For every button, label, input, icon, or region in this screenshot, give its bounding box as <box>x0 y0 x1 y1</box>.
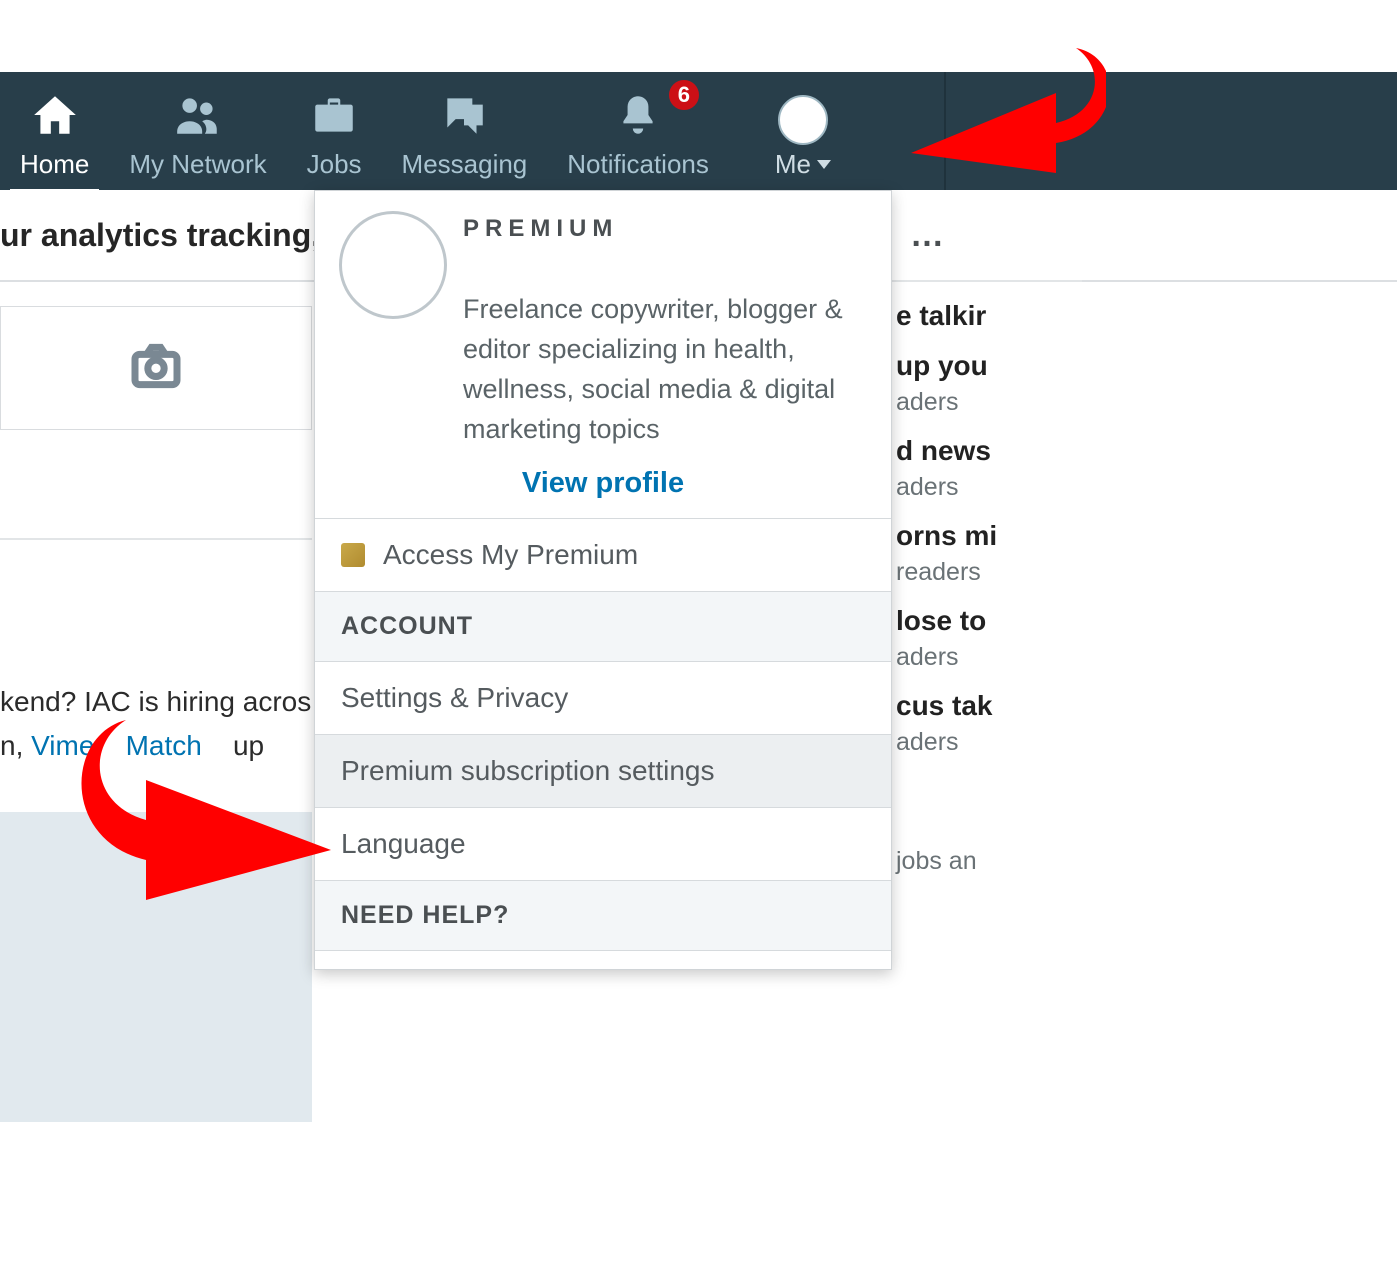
banner-text: ur analytics tracking, <box>0 217 320 254</box>
nav-messaging[interactable]: Messaging <box>382 72 548 190</box>
right-column: … e talkir up you aders d news aders orn… <box>892 190 1082 876</box>
news-title: lose to <box>896 605 1082 637</box>
view-profile-link[interactable]: View profile <box>339 467 867 500</box>
nav-network-label: My Network <box>129 149 266 180</box>
access-premium-label: Access My Premium <box>383 539 638 571</box>
news-title: orns mi <box>896 520 1082 552</box>
nav-jobs[interactable]: Jobs <box>287 72 382 190</box>
settings-privacy-item[interactable]: Settings & Privacy <box>315 662 891 734</box>
news-item[interactable]: e talkir <box>896 300 1082 332</box>
me-dropdown: PREMIUM Freelance copywriter, blogger & … <box>314 190 892 970</box>
news-sub: aders <box>896 473 1082 502</box>
news-sub: aders <box>896 728 1082 757</box>
language-item[interactable]: Language <box>315 808 891 880</box>
premium-subscription-settings-item[interactable]: Premium subscription settings <box>315 735 891 807</box>
news-title: up you <box>896 350 1082 382</box>
notification-badge: 6 <box>667 78 701 112</box>
feed-line2-prefix: n, <box>0 730 31 761</box>
news-sub: readers <box>896 558 1082 587</box>
nav-messaging-label: Messaging <box>402 149 528 180</box>
settings-privacy-label: Settings & Privacy <box>341 682 568 714</box>
nav-me-label: Me <box>775 149 811 180</box>
post-photo-button[interactable] <box>0 306 312 430</box>
news-title: e talkir <box>896 300 1082 332</box>
messaging-icon <box>439 90 489 145</box>
nav-jobs-label: Jobs <box>307 149 362 180</box>
home-icon <box>30 90 80 145</box>
briefcase-icon <box>309 90 359 145</box>
avatar-large <box>339 211 447 319</box>
ellipsis-icon: … <box>910 216 944 255</box>
access-premium-item[interactable]: Access My Premium <box>315 519 891 591</box>
news-item[interactable]: orns mi readers <box>896 520 1082 587</box>
nav-notifications-label: Notifications <box>567 149 709 180</box>
news-item[interactable]: d news aders <box>896 435 1082 502</box>
bell-icon <box>613 90 663 145</box>
premium-badge-icon <box>341 543 365 567</box>
dropdown-profile: PREMIUM Freelance copywriter, blogger & … <box>315 191 891 518</box>
divider <box>0 538 312 540</box>
profile-headline: Freelance copywriter, blogger & editor s… <box>463 289 867 449</box>
people-icon <box>173 90 223 145</box>
dropdown-needhelp-header: NEED HELP? <box>315 880 891 951</box>
nav-notifications[interactable]: 6 Notifications <box>547 72 729 190</box>
annotation-arrow-top <box>906 38 1106 188</box>
chevron-down-icon <box>817 160 831 169</box>
news-item[interactable]: cus tak aders <box>896 690 1082 757</box>
news-sub: aders <box>896 388 1082 417</box>
nav-me[interactable]: Me <box>739 72 867 190</box>
dropdown-account-header: ACCOUNT <box>315 591 891 662</box>
news-sub: aders <box>896 643 1082 672</box>
news-title: d news <box>896 435 1082 467</box>
nav-network[interactable]: My Network <box>109 72 286 190</box>
annotation-arrow-bottom <box>76 710 336 910</box>
nav-home[interactable]: Home <box>0 72 109 190</box>
premium-label: PREMIUM <box>463 215 867 243</box>
language-label: Language <box>341 828 466 860</box>
news-item[interactable]: up you aders <box>896 350 1082 417</box>
news-last: jobs an <box>896 847 1082 876</box>
right-ellipsis[interactable]: … <box>892 190 1082 282</box>
avatar <box>778 95 828 145</box>
nav-home-label: Home <box>20 149 89 180</box>
premium-sub-label: Premium subscription settings <box>341 755 714 787</box>
news-title: cus tak <box>896 690 1082 722</box>
camera-icon <box>128 338 184 399</box>
news-item[interactable]: lose to aders <box>896 605 1082 672</box>
top-nav: Home My Network Jobs Messaging 6 Notific… <box>0 72 1397 190</box>
